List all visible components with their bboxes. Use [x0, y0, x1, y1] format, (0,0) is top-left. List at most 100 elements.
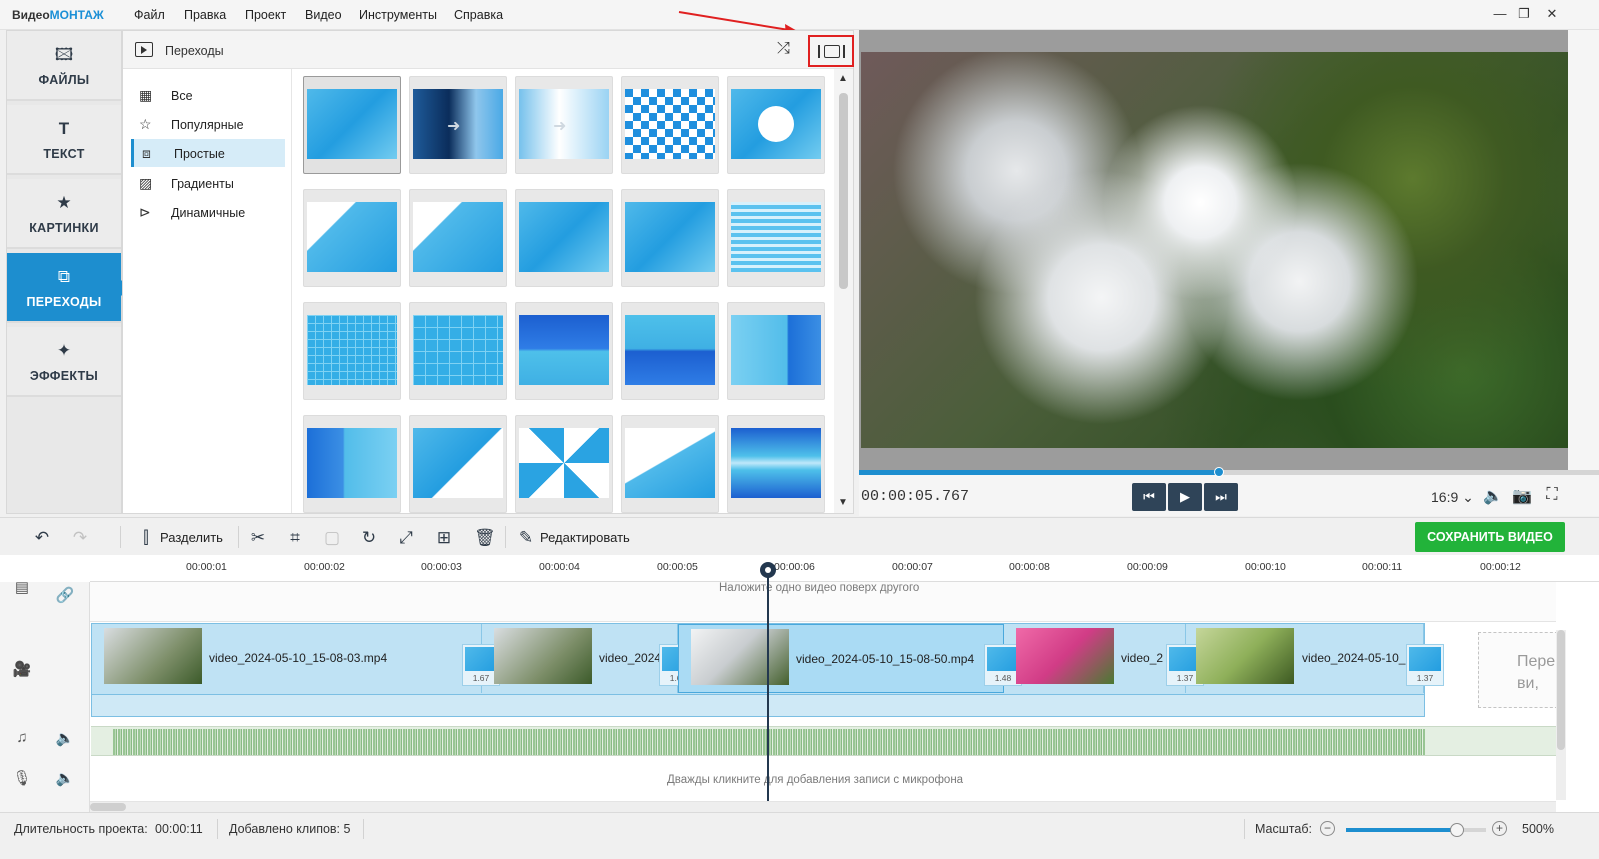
minimize-button[interactable]: —	[1489, 6, 1511, 24]
audio-volume-icon[interactable]: 🔈	[55, 729, 75, 749]
transition-thumb[interactable]	[621, 415, 719, 513]
audio-track[interactable]	[91, 726, 1556, 756]
mic-volume-icon[interactable]: 🔈	[55, 769, 75, 789]
transition-preview: ➜	[413, 89, 503, 159]
split-icon[interactable]: ⫿	[136, 528, 156, 548]
transition-thumb[interactable]	[303, 189, 401, 287]
clip-3-selected[interactable]: video_2024-05-10_15-08-50.mp4	[678, 624, 1004, 693]
zoom-handle[interactable]	[1450, 823, 1464, 837]
menu-help[interactable]: Справка	[454, 8, 503, 22]
transition-thumb[interactable]	[515, 302, 613, 400]
category-dynamic[interactable]: ⊳ Динамичные	[131, 198, 285, 226]
zoom-in-icon[interactable]: +	[1492, 821, 1507, 836]
progress-handle[interactable]	[1214, 467, 1224, 477]
transition-thumb[interactable]	[727, 76, 825, 174]
transition-marker[interactable]: 1.37	[1406, 644, 1444, 686]
crop-icon[interactable]: ⌗	[285, 528, 305, 548]
resize-icon[interactable]: ⤢	[396, 528, 416, 548]
menu-file[interactable]: Файл	[134, 8, 165, 22]
split-button[interactable]: Разделить	[160, 530, 223, 545]
scroll-down-icon[interactable]: ▼	[838, 497, 848, 508]
menu-video[interactable]: Видео	[305, 8, 342, 22]
category-all[interactable]: ▦ Все	[131, 81, 285, 109]
menu-project[interactable]: Проект	[245, 8, 286, 22]
nav-files[interactable]: 🖾 ФАЙЛЫ	[7, 31, 121, 101]
shuffle-icon[interactable]: ⤮	[777, 40, 797, 60]
volume-icon[interactable]: 🔈	[1482, 486, 1504, 508]
category-simple[interactable]: ⧈ Простые	[131, 139, 285, 167]
scroll-thumb[interactable]	[839, 93, 848, 289]
transition-thumb[interactable]: ➜	[515, 76, 613, 174]
add-clip-icon[interactable]: ⊞	[434, 528, 454, 548]
previous-frame-button[interactable]: ⏮	[1132, 483, 1166, 511]
scroll-thumb[interactable]	[1557, 630, 1565, 750]
transition-thumb[interactable]	[303, 76, 401, 174]
drop-placeholder[interactable]: Пере ви,	[1478, 632, 1558, 708]
timeline: 00:00:01 00:00:02 00:00:03 00:00:04 00:0…	[0, 555, 1599, 812]
transition-thumb[interactable]	[621, 302, 719, 400]
category-gradients[interactable]: ▨ Градиенты	[131, 169, 285, 197]
playhead-line[interactable]	[767, 563, 769, 801]
scroll-thumb[interactable]	[90, 803, 126, 811]
next-frame-button[interactable]: ⏭	[1204, 483, 1238, 511]
nav-transitions[interactable]: ⧉ ПЕРЕХОДЫ	[7, 253, 129, 323]
transition-thumb[interactable]	[621, 76, 719, 174]
camera-icon[interactable]: 📷	[1511, 486, 1533, 508]
transition-thumb[interactable]	[727, 415, 825, 513]
clip-2[interactable]: video_2024	[482, 624, 678, 693]
nav-pictures[interactable]: ★ КАРТИНКИ	[7, 179, 121, 249]
nav-text[interactable]: T ТЕКСТ	[7, 105, 121, 175]
apply-to-all-button[interactable]	[808, 35, 854, 67]
clip-4[interactable]: video_2	[1004, 624, 1186, 693]
timeline-vertical-scrollbar[interactable]	[1556, 630, 1566, 800]
nav-text-label: ТЕКСТ	[43, 147, 85, 161]
transition-thumb[interactable]	[409, 415, 507, 513]
playhead-handle[interactable]	[760, 562, 776, 578]
transition-thumb[interactable]	[409, 189, 507, 287]
panel-scrollbar[interactable]: ▲ ▼	[834, 69, 853, 513]
microphone-track[interactable]: Дважды кликните для добавления записи с …	[90, 759, 1556, 802]
transition-thumb[interactable]: ➜	[409, 76, 507, 174]
undo-icon[interactable]: ↶	[32, 528, 52, 548]
trash-icon[interactable]: 🗑	[474, 528, 496, 548]
transition-thumb[interactable]	[621, 189, 719, 287]
redo-icon[interactable]: ↷	[70, 528, 90, 548]
transition-thumb[interactable]	[303, 302, 401, 400]
clip-1[interactable]: video_2024-05-10_15-08-03.mp4	[92, 624, 482, 693]
menu-edit[interactable]: Правка	[184, 8, 226, 22]
panel-header: Переходы ⤮	[123, 31, 854, 69]
zoom-slider[interactable]	[1346, 823, 1486, 837]
transition-thumb[interactable]	[303, 415, 401, 513]
transition-thumb[interactable]	[727, 189, 825, 287]
transition-preview	[625, 89, 715, 159]
transition-thumb[interactable]	[515, 189, 613, 287]
play-button[interactable]: ▶	[1168, 483, 1202, 511]
fullscreen-icon[interactable]: ⛶	[1541, 486, 1563, 508]
transitions-panel-icon	[135, 42, 153, 57]
aspect-ratio-select[interactable]: 16:9 ⌄	[1431, 489, 1474, 506]
edit-button[interactable]: Редактировать	[540, 530, 630, 545]
transition-thumb[interactable]	[409, 302, 507, 400]
zoom-out-icon[interactable]: −	[1320, 821, 1335, 836]
timeline-horizontal-scrollbar[interactable]	[90, 802, 1556, 812]
edit-icon[interactable]: ✎	[516, 528, 536, 548]
transition-thumb[interactable]	[515, 415, 613, 513]
overlay-track[interactable]: Наложите одно видео поверх другого	[90, 582, 1556, 622]
save-video-button[interactable]: СОХРАНИТЬ ВИДЕО	[1415, 522, 1565, 552]
scroll-up-icon[interactable]: ▲	[838, 73, 848, 84]
timeline-ruler[interactable]: 00:00:01 00:00:02 00:00:03 00:00:04 00:0…	[90, 555, 1599, 582]
preview-progress-bar[interactable]	[859, 467, 1599, 477]
nav-effects[interactable]: ✦ ЭФФЕКТЫ	[7, 327, 121, 397]
video-track[interactable]: video_2024-05-10_15-08-03.mp4 1.67 video…	[91, 623, 1444, 717]
menu-tools[interactable]: Инструменты	[359, 8, 437, 22]
frame-icon[interactable]: ▢	[322, 528, 342, 548]
link-icon[interactable]: 🔗	[55, 586, 75, 606]
transition-thumb[interactable]	[727, 302, 825, 400]
rotate-icon[interactable]: ↻	[359, 528, 379, 548]
clip-5[interactable]: video_2024-05-10_	[1186, 624, 1424, 693]
scissors-icon[interactable]: ✂	[248, 528, 268, 548]
clip-audio-strip[interactable]	[92, 694, 1424, 716]
restore-button[interactable]: ❐	[1513, 6, 1535, 24]
close-button[interactable]: ✕	[1541, 6, 1563, 24]
category-popular[interactable]: ☆ Популярные	[131, 110, 285, 138]
